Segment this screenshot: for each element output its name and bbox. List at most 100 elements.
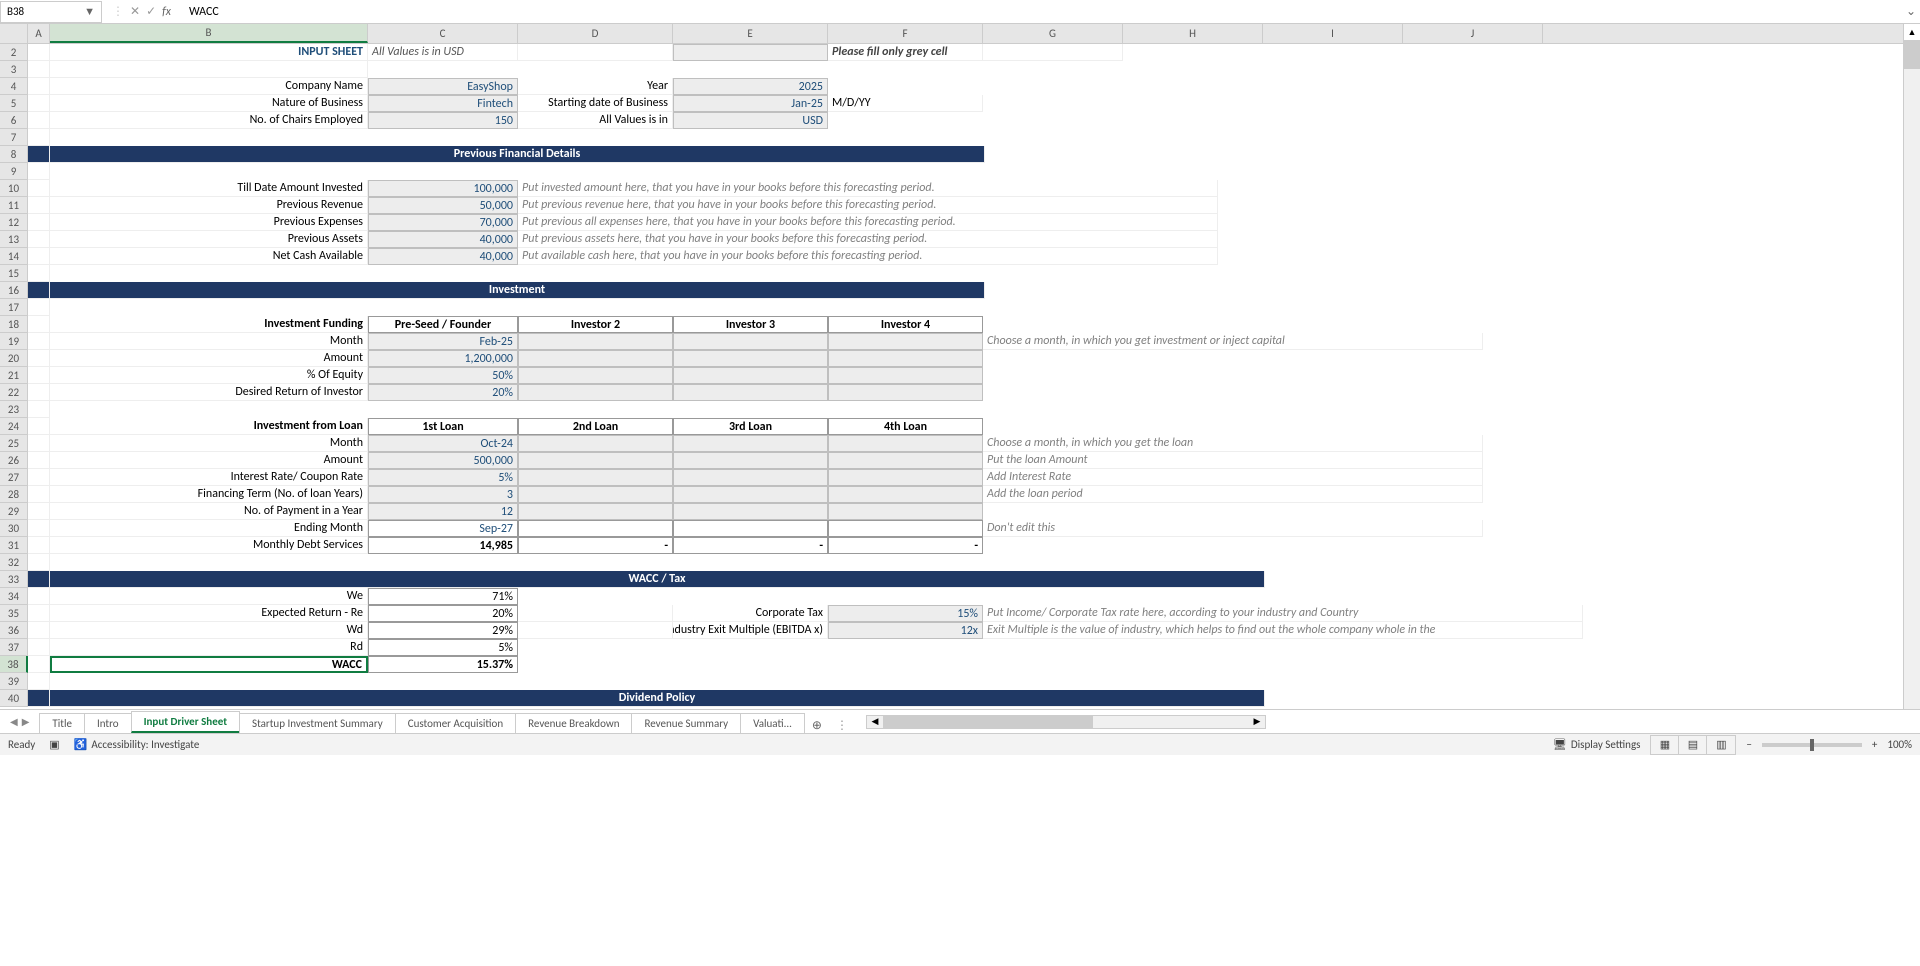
row-header-16[interactable]: 16 — [0, 282, 28, 299]
tab-customer-acquisition[interactable]: Customer Acquisition — [395, 713, 516, 733]
cancel-icon[interactable]: ✕ — [130, 4, 140, 19]
tab-next-icon[interactable]: ▶ — [22, 715, 30, 728]
cell-D13[interactable]: Put previous assets here, that you have … — [518, 231, 1218, 248]
cell-G28[interactable]: Add the loan period — [983, 486, 1483, 503]
col-header-A[interactable]: A — [28, 24, 50, 43]
cell-C21[interactable]: 50% — [368, 367, 518, 384]
cell-G19[interactable]: Choose a month, in which you get investm… — [983, 333, 1483, 350]
cell-C38[interactable]: 15.37% — [368, 656, 518, 673]
cell-B12[interactable]: Previous Expenses — [50, 214, 368, 231]
cell-E36[interactable]: Industry Exit Multiple (EBITDA x) — [673, 622, 828, 639]
cell-C6[interactable]: 150 — [368, 112, 518, 129]
cell-E25[interactable] — [673, 435, 828, 452]
cell-B36[interactable]: Wd — [50, 622, 368, 639]
zoom-in-icon[interactable]: + — [1872, 738, 1877, 751]
cell-B3[interactable] — [50, 61, 368, 78]
cell-B4[interactable]: Company Name — [50, 78, 368, 95]
cell-A11[interactable] — [28, 197, 50, 214]
cell-E26[interactable] — [673, 452, 828, 469]
zoom-slider[interactable] — [1762, 743, 1862, 747]
cell-B25[interactable]: Month — [50, 435, 368, 452]
scroll-up-icon[interactable]: ▲ — [1904, 24, 1920, 41]
cell-F35[interactable]: 15% — [828, 605, 983, 622]
cell-A14[interactable] — [28, 248, 50, 265]
col-header-B[interactable]: B — [50, 24, 368, 43]
row-header-36[interactable]: 36 — [0, 622, 28, 639]
cell-A22[interactable] — [28, 384, 50, 401]
row-header-26[interactable]: 26 — [0, 452, 28, 469]
row-header-17[interactable]: 17 — [0, 299, 28, 316]
cell-C27[interactable]: 5% — [368, 469, 518, 486]
scroll-right-icon[interactable]: ▶ — [1249, 716, 1265, 727]
cell-D4[interactable]: Year — [518, 78, 673, 95]
cell-E21[interactable] — [673, 367, 828, 384]
cell-G25[interactable]: Choose a month, in which you get the loa… — [983, 435, 1483, 452]
cell-F2[interactable]: Please fill only grey cell — [828, 44, 983, 61]
cell-A3[interactable] — [28, 61, 50, 78]
cell-D21[interactable] — [518, 367, 673, 384]
cell-C20[interactable]: 1,200,000 — [368, 350, 518, 367]
cell-A21[interactable] — [28, 367, 50, 384]
cell-D6[interactable]: All Values is in — [518, 112, 673, 129]
cell-D14[interactable]: Put available cash here, that you have i… — [518, 248, 1218, 265]
row-header-23[interactable]: 23 — [0, 401, 28, 418]
row-header-35[interactable]: 35 — [0, 605, 28, 622]
cell-B28[interactable]: Financing Term (No. of loan Years) — [50, 486, 368, 503]
cell-E2[interactable] — [673, 44, 828, 61]
cell-C10[interactable]: 100,000 — [368, 180, 518, 197]
cell-B5[interactable]: Nature of Business — [50, 95, 368, 112]
row-header-31[interactable]: 31 — [0, 537, 28, 554]
cell-A9[interactable] — [28, 163, 50, 180]
cell-F19[interactable] — [828, 333, 983, 350]
cell-F26[interactable] — [828, 452, 983, 469]
cell-D11[interactable]: Put previous revenue here, that you have… — [518, 197, 1218, 214]
vertical-scrollbar[interactable]: ▲ — [1903, 24, 1920, 709]
col-header-C[interactable]: C — [368, 24, 518, 43]
cell-A30[interactable] — [28, 520, 50, 537]
cell-A40[interactable] — [28, 690, 50, 707]
cell-F21[interactable] — [828, 367, 983, 384]
cell-F25[interactable] — [828, 435, 983, 452]
row-header-28[interactable]: 28 — [0, 486, 28, 503]
row-header-25[interactable]: 25 — [0, 435, 28, 452]
row-header-13[interactable]: 13 — [0, 231, 28, 248]
formula-input[interactable] — [181, 3, 1902, 21]
zoom-level[interactable]: 100% — [1887, 738, 1912, 751]
cell-A25[interactable] — [28, 435, 50, 452]
cell-D35[interactable] — [518, 605, 673, 622]
cell-B8[interactable]: Previous Financial Details — [50, 146, 985, 163]
row-header-12[interactable]: 12 — [0, 214, 28, 231]
cell-D28[interactable] — [518, 486, 673, 503]
cell-A37[interactable] — [28, 639, 50, 656]
tab-prev-icon[interactable]: ◀ — [10, 715, 18, 728]
vertical-scroll-thumb[interactable] — [1904, 41, 1920, 69]
cell-A5[interactable] — [28, 95, 50, 112]
fx-icon[interactable]: fx — [162, 5, 171, 19]
cell-A39[interactable] — [28, 673, 50, 690]
cell-A24[interactable] — [28, 418, 50, 435]
cell-D36[interactable] — [518, 622, 673, 639]
cell-D29[interactable] — [518, 503, 673, 520]
row-header-5[interactable]: 5 — [0, 95, 28, 112]
cell-A31[interactable] — [28, 537, 50, 554]
cell-F24[interactable]: 4th Loan — [828, 418, 983, 435]
row-header-4[interactable]: 4 — [0, 78, 28, 95]
row-header-40[interactable]: 40 — [0, 690, 28, 707]
cell-B6[interactable]: No. of Chairs Employed — [50, 112, 368, 129]
cell-B21[interactable]: % Of Equity — [50, 367, 368, 384]
cell-A26[interactable] — [28, 452, 50, 469]
cell-A34[interactable] — [28, 588, 50, 605]
cell-A8[interactable] — [28, 146, 50, 163]
cell-C28[interactable]: 3 — [368, 486, 518, 503]
cell-E20[interactable] — [673, 350, 828, 367]
view-page-break-icon[interactable]: ▥ — [1707, 736, 1735, 754]
cell-E24[interactable]: 3rd Loan — [673, 418, 828, 435]
cell-F29[interactable] — [828, 503, 983, 520]
cell-A28[interactable] — [28, 486, 50, 503]
cell-F36[interactable]: 12x — [828, 622, 983, 639]
cell-G30[interactable]: Don't edit this — [983, 520, 1483, 537]
macro-record-icon[interactable]: ▣ — [49, 738, 59, 751]
row-header-6[interactable]: 6 — [0, 112, 28, 129]
add-sheet-icon[interactable]: ⊕ — [804, 718, 830, 733]
cell-C5[interactable]: Fintech — [368, 95, 518, 112]
